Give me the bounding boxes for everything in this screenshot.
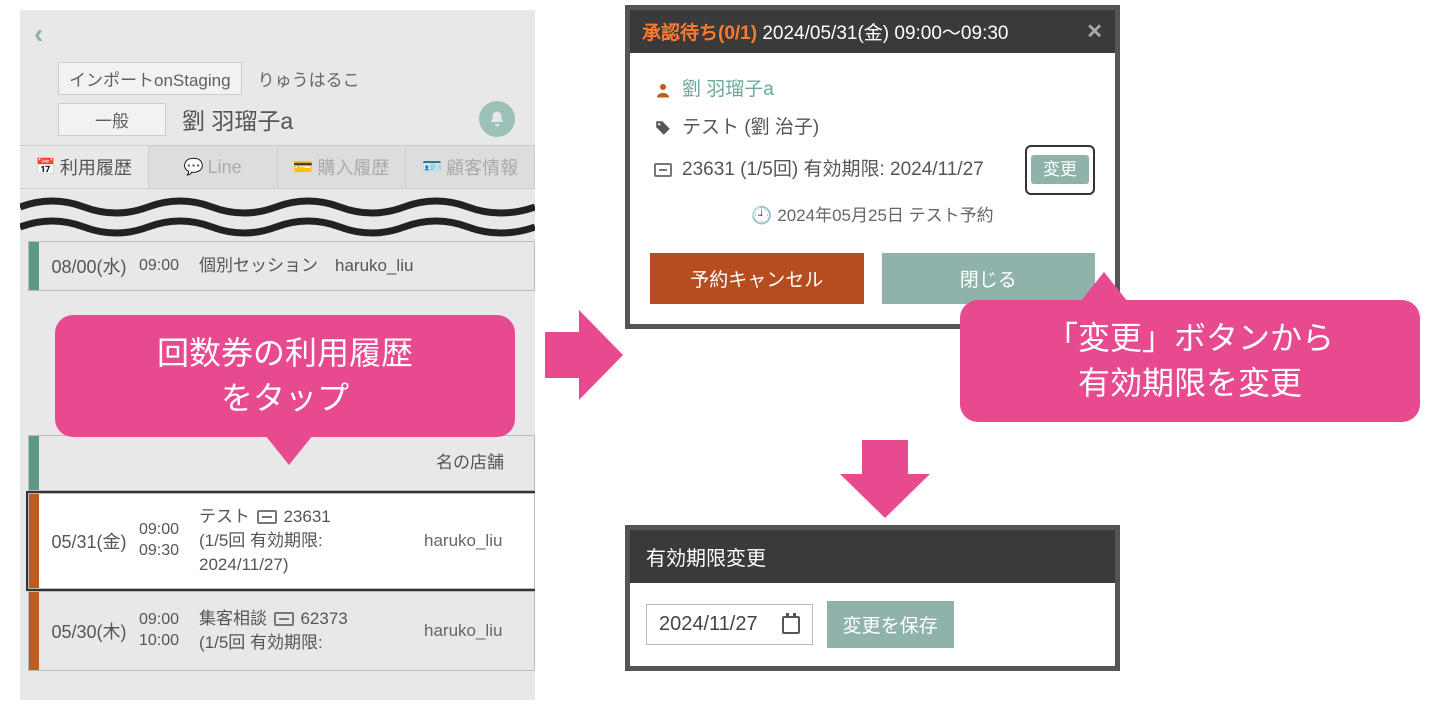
- flow-arrow-right-icon: [545, 310, 623, 405]
- row-body: テスト 23631 (1/5回 有効期限: 2024/11/27): [199, 501, 424, 580]
- panel-header: 有効期限変更: [630, 530, 1115, 583]
- close-icon[interactable]: ✕: [1086, 19, 1103, 44]
- bell-icon[interactable]: [479, 101, 515, 137]
- ticket-icon: [257, 510, 277, 524]
- row-time: 09:0009:30: [139, 520, 199, 562]
- reservation-datetime: 2024/05/31(金) 09:00〜09:30: [762, 18, 1008, 45]
- ticket-icon: [274, 612, 294, 626]
- ticket-info-text: 23631 (1/5回) 有効期限: 2024/11/27: [682, 151, 984, 189]
- list-item[interactable]: 08/00(水) 09:00 個別セッション haruko_liu: [28, 241, 535, 291]
- category-pill[interactable]: 一般: [58, 103, 166, 136]
- tab-customer-info[interactable]: 🪪顧客情報: [406, 146, 535, 188]
- row-date: 05/30(木): [39, 618, 139, 644]
- list-item-highlighted[interactable]: 05/31(金) 09:0009:30 テスト 23631 (1/5回 有効期限…: [28, 493, 535, 589]
- calendar-icon: 📅: [36, 157, 56, 177]
- flow-arrow-down-icon: [840, 440, 930, 523]
- row-user: haruko_liu: [424, 531, 534, 551]
- cancel-reservation-button[interactable]: 予約キャンセル: [650, 253, 864, 304]
- tab-line[interactable]: 💬Line: [149, 146, 278, 188]
- calendar-icon: [782, 616, 800, 634]
- callout-text: 回数券の利用履歴: [157, 335, 413, 371]
- service-tag-text: テスト (劉 治子): [682, 109, 819, 147]
- expiry-change-panel: 有効期限変更 2024/11/27 変更を保存: [625, 525, 1120, 671]
- row-color-bar: [29, 592, 39, 670]
- row-body: 集客相談 62373 (1/5回 有効期限:: [199, 603, 424, 659]
- reservation-detail-modal: 承認待ち(0/1) 2024/05/31(金) 09:00〜09:30 ✕ 劉 …: [625, 5, 1120, 329]
- change-expiry-button[interactable]: 変更: [1031, 155, 1089, 184]
- row-color-bar: [29, 242, 39, 290]
- row-date: 05/31(金): [39, 528, 139, 554]
- callout-text: をタップ: [221, 380, 349, 416]
- save-change-button[interactable]: 変更を保存: [827, 601, 954, 648]
- import-staging-button[interactable]: インポートonStaging: [58, 62, 242, 95]
- callout-text: 有効期限を変更: [1078, 365, 1302, 401]
- ticket-icon: [652, 163, 674, 177]
- row-color-bar: [29, 494, 39, 588]
- row-body: 名の店舗: [199, 447, 534, 479]
- row-time: 09:00: [139, 256, 199, 277]
- instruction-callout-change-button: 「変更」ボタンから 有効期限を変更: [960, 300, 1420, 422]
- audit-text: 2024年05月25日 テスト予約: [777, 206, 993, 225]
- customer-name: 劉 羽瑠子a: [182, 102, 293, 136]
- customer-name-kana: りゅうはるこ: [258, 66, 360, 91]
- card-icon: 💳: [293, 157, 313, 177]
- tab-usage-history[interactable]: 📅利用履歴: [20, 146, 149, 188]
- close-modal-button[interactable]: 閉じる: [882, 253, 1096, 304]
- tab-label: 利用履歴: [60, 154, 132, 180]
- person-icon: [652, 81, 674, 99]
- approval-status-label: 承認待ち(0/1): [642, 18, 757, 45]
- instruction-callout-tap-history: 回数券の利用履歴 をタップ: [55, 315, 515, 437]
- modal-header: 承認待ち(0/1) 2024/05/31(金) 09:00〜09:30 ✕: [630, 10, 1115, 53]
- id-icon: 🪪: [422, 157, 442, 177]
- chat-icon: 💬: [184, 157, 204, 177]
- callout-text: 「変更」ボタンから: [1046, 320, 1334, 356]
- tab-label: 購入履歴: [317, 154, 389, 180]
- row-body: 個別セッション haruko_liu: [199, 250, 534, 282]
- list-item[interactable]: 05/30(木) 09:0010:00 集客相談 62373 (1/5回 有効期…: [28, 591, 535, 671]
- tab-purchase-history[interactable]: 💳購入履歴: [278, 146, 407, 188]
- tab-label: 顧客情報: [446, 154, 518, 180]
- row-user: haruko_liu: [424, 621, 534, 641]
- tag-icon: [652, 119, 674, 137]
- content-break-indicator: [20, 195, 535, 239]
- change-button-highlight: 変更: [1027, 147, 1093, 193]
- tab-bar: 📅利用履歴 💬Line 💳購入履歴 🪪顧客情報: [20, 145, 535, 189]
- tab-label: Line: [208, 157, 242, 178]
- row-color-bar: [29, 436, 39, 490]
- back-chevron-icon[interactable]: ‹: [34, 18, 43, 50]
- date-value: 2024/11/27: [659, 613, 758, 636]
- row-date: 08/00(水): [39, 253, 139, 279]
- customer-name-link[interactable]: 劉 羽瑠子a: [682, 71, 774, 109]
- row-time: 09:0010:00: [139, 610, 199, 652]
- expiry-date-input[interactable]: 2024/11/27: [646, 604, 813, 645]
- clock-icon: 🕘: [751, 206, 772, 225]
